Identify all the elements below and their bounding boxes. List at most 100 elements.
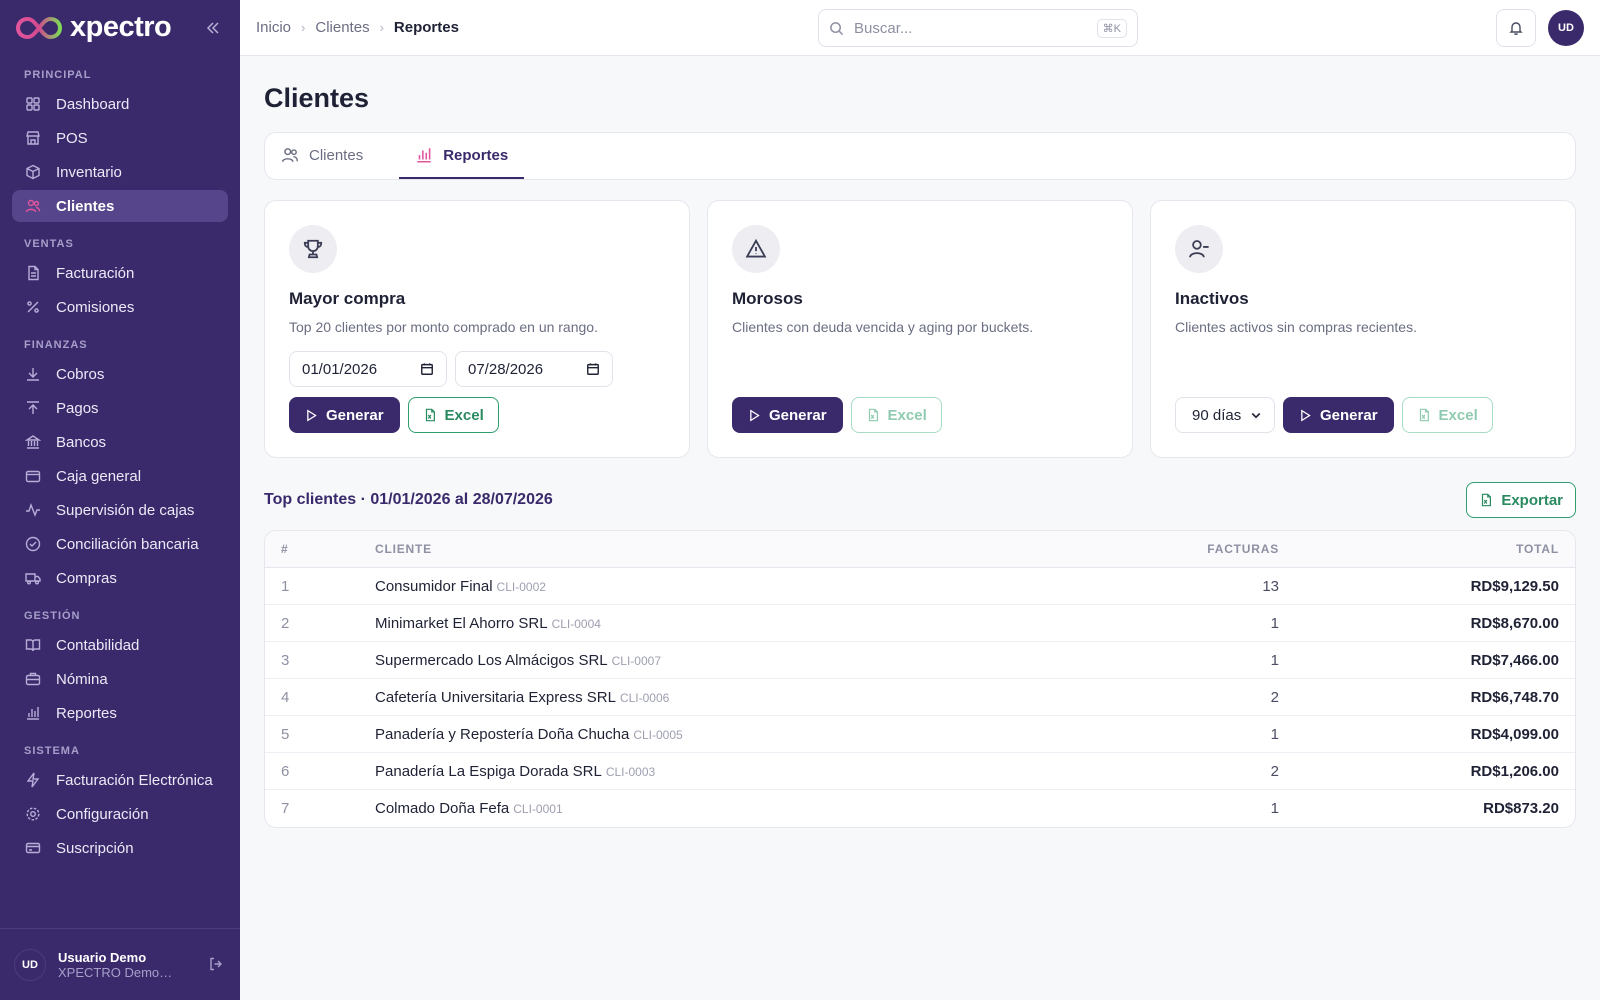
sidebar-item-comisiones[interactable]: Comisiones <box>12 291 228 323</box>
excel-file-icon <box>1419 408 1429 422</box>
row-number: 1 <box>281 577 290 595</box>
date-to-value: 07/28/2026 <box>468 360 544 378</box>
logout-icon[interactable] <box>208 956 226 974</box>
table-body: 1 Consumidor Final CLI-0002 13 RD$9,129.50 2 M… <box>265 568 1575 827</box>
table-row[interactable]: 2 Minimarket El Ahorro SRL CLI-0004 1 RD$8,6… <box>265 605 1575 642</box>
sidebar-item-facturacion-electronica[interactable]: Facturación Electrónica <box>12 764 228 796</box>
chevron-down-icon <box>1251 412 1261 419</box>
page-title: Clientes <box>264 83 370 113</box>
collapse-sidebar-icon[interactable] <box>202 17 224 39</box>
table-row[interactable]: 1 Consumidor Final CLI-0002 13 RD$9,129.50 <box>265 568 1575 605</box>
client-name: Minimarket El Ahorro SRL <box>375 614 548 632</box>
client-cell: Panadería La Espiga Dorada SRL CLI-0003 <box>375 763 1135 780</box>
sidebar-item-dashboard[interactable]: Dashboard <box>12 88 228 120</box>
main-content: Clientes Clientes Reportes Mayor compra … <box>264 56 1576 828</box>
generate-button[interactable]: Generar <box>732 397 843 433</box>
generate-button[interactable]: Generar <box>1283 397 1394 433</box>
generate-button[interactable]: Generar <box>289 397 400 433</box>
sidebar-item-bancos[interactable]: Bancos <box>12 426 228 458</box>
sidebar-item-inventario[interactable]: Inventario <box>12 156 228 188</box>
sidebar-item-supervision-cajas[interactable]: Supervisión de cajas <box>12 494 228 526</box>
excel-button[interactable]: Excel <box>407 397 499 433</box>
breadcrumb-inicio[interactable]: Inicio <box>256 19 291 36</box>
sidebar-item-label: Reportes <box>56 704 117 722</box>
sidebar-item-contabilidad[interactable]: Contabilidad <box>12 629 228 661</box>
sidebar-item-nomina[interactable]: Nómina <box>12 663 228 695</box>
sidebar-item-facturacion[interactable]: Facturación <box>12 257 228 289</box>
row-number: 5 <box>281 725 290 743</box>
card-description: Clientes activos sin compras recientes. <box>1175 319 1417 335</box>
user-minus-icon <box>1175 225 1223 273</box>
sidebar-item-reportes[interactable]: Reportes <box>12 697 228 729</box>
wallet-icon <box>24 467 42 485</box>
client-name: Colmado Doña Fefa <box>375 800 510 817</box>
export-button[interactable]: Exportar <box>1466 482 1576 518</box>
date-to-input[interactable]: 07/28/2026 <box>455 351 613 387</box>
sidebar-section-title: VENTAS <box>24 238 74 250</box>
search-shortcut: ⌘K <box>1096 18 1127 38</box>
excel-label: Excel <box>1438 406 1478 424</box>
avatar[interactable]: UD <box>1548 9 1584 46</box>
play-icon <box>307 408 317 422</box>
sidebar-item-cobros[interactable]: Cobros <box>12 358 228 390</box>
table-header: # CLIENTE FACTURAS TOTAL <box>265 531 1575 568</box>
topbar-actions: UD <box>1496 8 1584 47</box>
table-row[interactable]: 6 Panadería La Espiga Dorada SRL CLI-0003 2… <box>265 753 1575 790</box>
table-row[interactable]: 7 Colmado Doña Fefa CLI-0001 1 RD$873.20 <box>265 790 1575 827</box>
box-icon <box>24 163 42 181</box>
tab-label: Clientes <box>309 146 364 164</box>
excel-button[interactable]: Excel <box>1401 397 1493 433</box>
table-row[interactable]: 3 Supermercado Los Almácigos SRL CLI-0007 1… <box>265 642 1575 679</box>
sidebar-item-label: Contabilidad <box>56 636 140 654</box>
sidebar-item-suscripcion[interactable]: Suscripción <box>12 832 228 864</box>
sidebar-item-clientes[interactable]: Clientes <box>12 190 228 222</box>
sidebar-item-caja-general[interactable]: Caja general <box>12 460 228 492</box>
card-morosos: Morosos Clientes con deuda vencida y agi… <box>707 200 1133 458</box>
client-cell: Minimarket El Ahorro SRL CLI-0004 <box>375 615 1135 632</box>
table-row[interactable]: 5 Panadería y Repostería Doña Chucha CLI-0… <box>265 716 1575 753</box>
sidebar-item-configuracion[interactable]: Configuración <box>12 798 228 830</box>
tabs: Clientes Reportes <box>264 132 1576 180</box>
invoice-count: 2 <box>1270 688 1279 706</box>
user-org: XPECTRO Demo S... <box>58 964 173 980</box>
row-number: 7 <box>281 800 290 817</box>
search-icon <box>830 21 844 35</box>
excel-button[interactable]: Excel <box>850 397 942 433</box>
breadcrumb: Inicio › Clientes › Reportes <box>256 19 459 36</box>
sidebar-item-pos[interactable]: POS <box>12 122 228 154</box>
notifications-button[interactable] <box>1496 8 1536 47</box>
sidebar-item-conciliacion[interactable]: Conciliación bancaria <box>12 528 228 560</box>
invoice-count: 1 <box>1270 725 1279 743</box>
arrow-up-icon <box>24 399 42 417</box>
sidebar-section-title: FINANZAS <box>24 339 88 351</box>
tab-reportes[interactable]: Reportes <box>399 133 525 179</box>
invoice-count: 1 <box>1270 800 1279 817</box>
card-description: Top 20 clientes por monto comprado en un… <box>289 319 598 335</box>
invoice-count: 13 <box>1262 577 1279 595</box>
truck-icon <box>24 569 42 587</box>
search-input[interactable]: Buscar... ⌘K <box>818 9 1138 47</box>
client-name: Consumidor Final <box>375 577 493 595</box>
client-total: RD$873.20 <box>1483 800 1559 817</box>
tab-clientes[interactable]: Clientes <box>281 133 379 179</box>
users-icon <box>281 146 299 164</box>
card-actions: Generar Excel <box>732 397 942 433</box>
arrow-down-icon <box>24 365 42 383</box>
brand-name: xpectro <box>70 11 172 43</box>
zap-icon <box>24 771 42 789</box>
sidebar-item-label: Nómina <box>56 670 108 688</box>
days-select[interactable]: 90 días <box>1175 397 1275 433</box>
sidebar-item-compras[interactable]: Compras <box>12 562 228 594</box>
avatar[interactable]: UD <box>14 948 46 981</box>
client-name: Supermercado Los Almácigos SRL <box>375 651 608 669</box>
date-from-input[interactable]: 01/01/2026 <box>289 351 447 387</box>
sidebar-section-title: GESTIÓN <box>24 610 81 622</box>
search-placeholder: Buscar... <box>854 19 913 37</box>
breadcrumb-clientes[interactable]: Clientes <box>315 19 369 36</box>
sidebar-item-label: Comisiones <box>56 298 135 316</box>
bar-chart-icon <box>24 704 42 722</box>
table-row[interactable]: 4 Cafetería Universitaria Express SRL CLI-… <box>265 679 1575 716</box>
sidebar-item-pagos[interactable]: Pagos <box>12 392 228 424</box>
card-mayor-compra: Mayor compra Top 20 clientes por monto c… <box>264 200 690 458</box>
file-icon <box>24 264 42 282</box>
